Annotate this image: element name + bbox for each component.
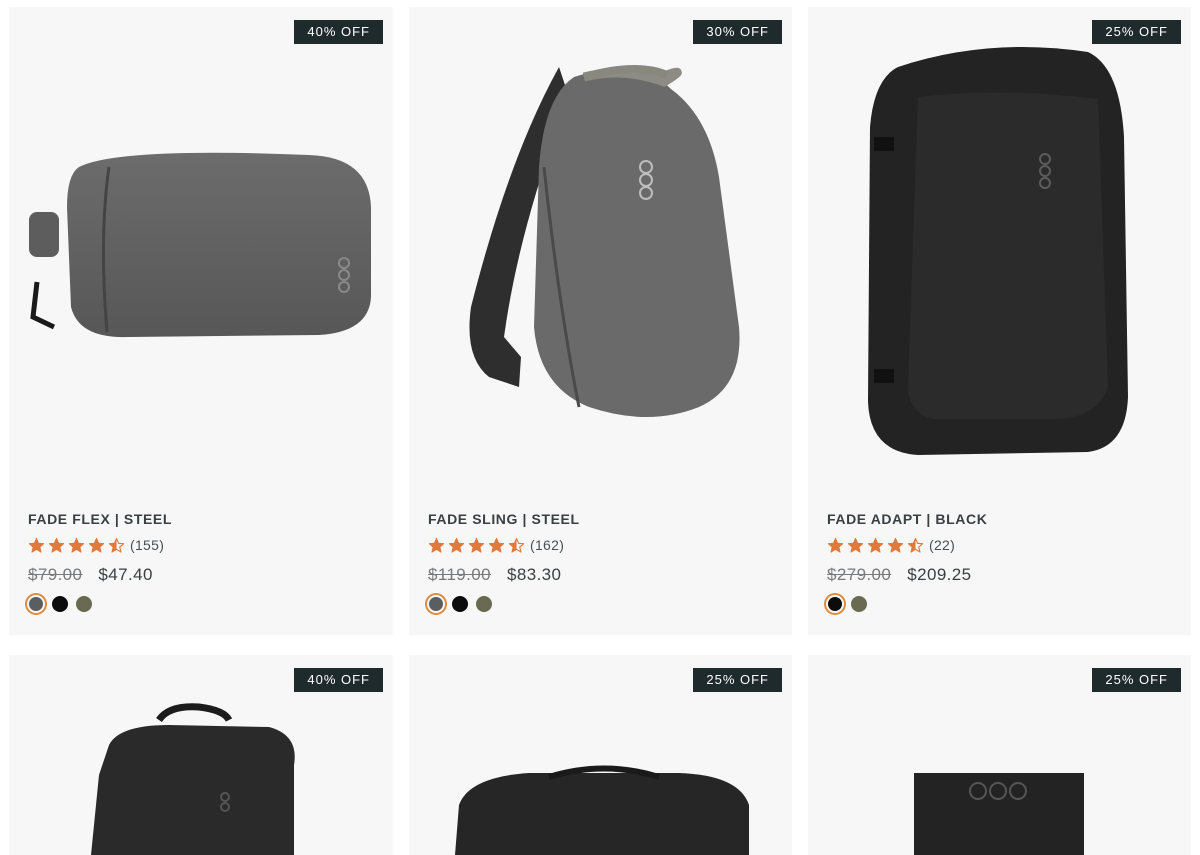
rating-stars: [428, 537, 528, 554]
star-full-icon: [827, 537, 844, 554]
color-swatch[interactable]: [29, 597, 43, 611]
discount-badge: 40% OFF: [294, 20, 383, 44]
product-rating[interactable]: (162): [428, 535, 773, 555]
sale-price: $83.30: [507, 565, 562, 584]
product-image[interactable]: [409, 7, 792, 497]
color-swatches: [28, 596, 374, 612]
color-swatch[interactable]: [76, 596, 92, 612]
rating-count: (155): [130, 537, 165, 553]
star-half-icon: [907, 537, 924, 554]
sale-price: $47.40: [98, 565, 153, 584]
product-card[interactable]: 25% OFF: [409, 655, 792, 855]
color-swatch[interactable]: [851, 596, 867, 612]
color-swatch[interactable]: [828, 597, 842, 611]
star-full-icon: [28, 537, 45, 554]
color-swatch[interactable]: [476, 596, 492, 612]
discount-badge: 40% OFF: [294, 668, 383, 692]
product-name[interactable]: FADE SLING | STEEL: [428, 511, 773, 527]
product-card[interactable]: 40% OFF FADE FLEX | STEEL (155) $79.00 $…: [9, 7, 393, 635]
star-full-icon: [488, 537, 505, 554]
color-swatches: [827, 596, 1172, 612]
rating-count: (22): [929, 537, 956, 553]
product-name[interactable]: FADE ADAPT | BLACK: [827, 511, 1172, 527]
star-half-icon: [108, 537, 125, 554]
discount-badge: 30% OFF: [693, 20, 782, 44]
rating-stars: [28, 537, 128, 554]
discount-badge: 25% OFF: [693, 668, 782, 692]
rating-stars: [827, 537, 927, 554]
product-card[interactable]: 25% OFF FADE ADAPT | BLACK (22) $279.00 …: [808, 7, 1191, 635]
star-full-icon: [428, 537, 445, 554]
original-price: $279.00: [827, 565, 892, 584]
product-card[interactable]: 30% OFF FADE SLING | STEEL (162) $119.00…: [409, 7, 792, 635]
product-rating[interactable]: (22): [827, 535, 1172, 555]
star-full-icon: [847, 537, 864, 554]
original-price: $79.00: [28, 565, 83, 584]
sale-price: $209.25: [907, 565, 972, 584]
product-image[interactable]: [808, 7, 1191, 497]
star-full-icon: [448, 537, 465, 554]
star-full-icon: [88, 537, 105, 554]
product-name[interactable]: FADE FLEX | STEEL: [28, 511, 374, 527]
star-full-icon: [867, 537, 884, 554]
color-swatch[interactable]: [52, 596, 68, 612]
discount-badge: 25% OFF: [1092, 668, 1181, 692]
product-rating[interactable]: (155): [28, 535, 374, 555]
discount-badge: 25% OFF: [1092, 20, 1181, 44]
star-full-icon: [887, 537, 904, 554]
star-full-icon: [48, 537, 65, 554]
original-price: $119.00: [428, 565, 491, 584]
star-full-icon: [68, 537, 85, 554]
color-swatch[interactable]: [452, 596, 468, 612]
product-image[interactable]: [9, 7, 393, 497]
star-full-icon: [468, 537, 485, 554]
product-card[interactable]: 40% OFF: [9, 655, 393, 855]
star-half-icon: [508, 537, 525, 554]
color-swatch[interactable]: [429, 597, 443, 611]
rating-count: (162): [530, 537, 565, 553]
color-swatches: [428, 596, 773, 612]
product-card[interactable]: 25% OFF: [808, 655, 1191, 855]
